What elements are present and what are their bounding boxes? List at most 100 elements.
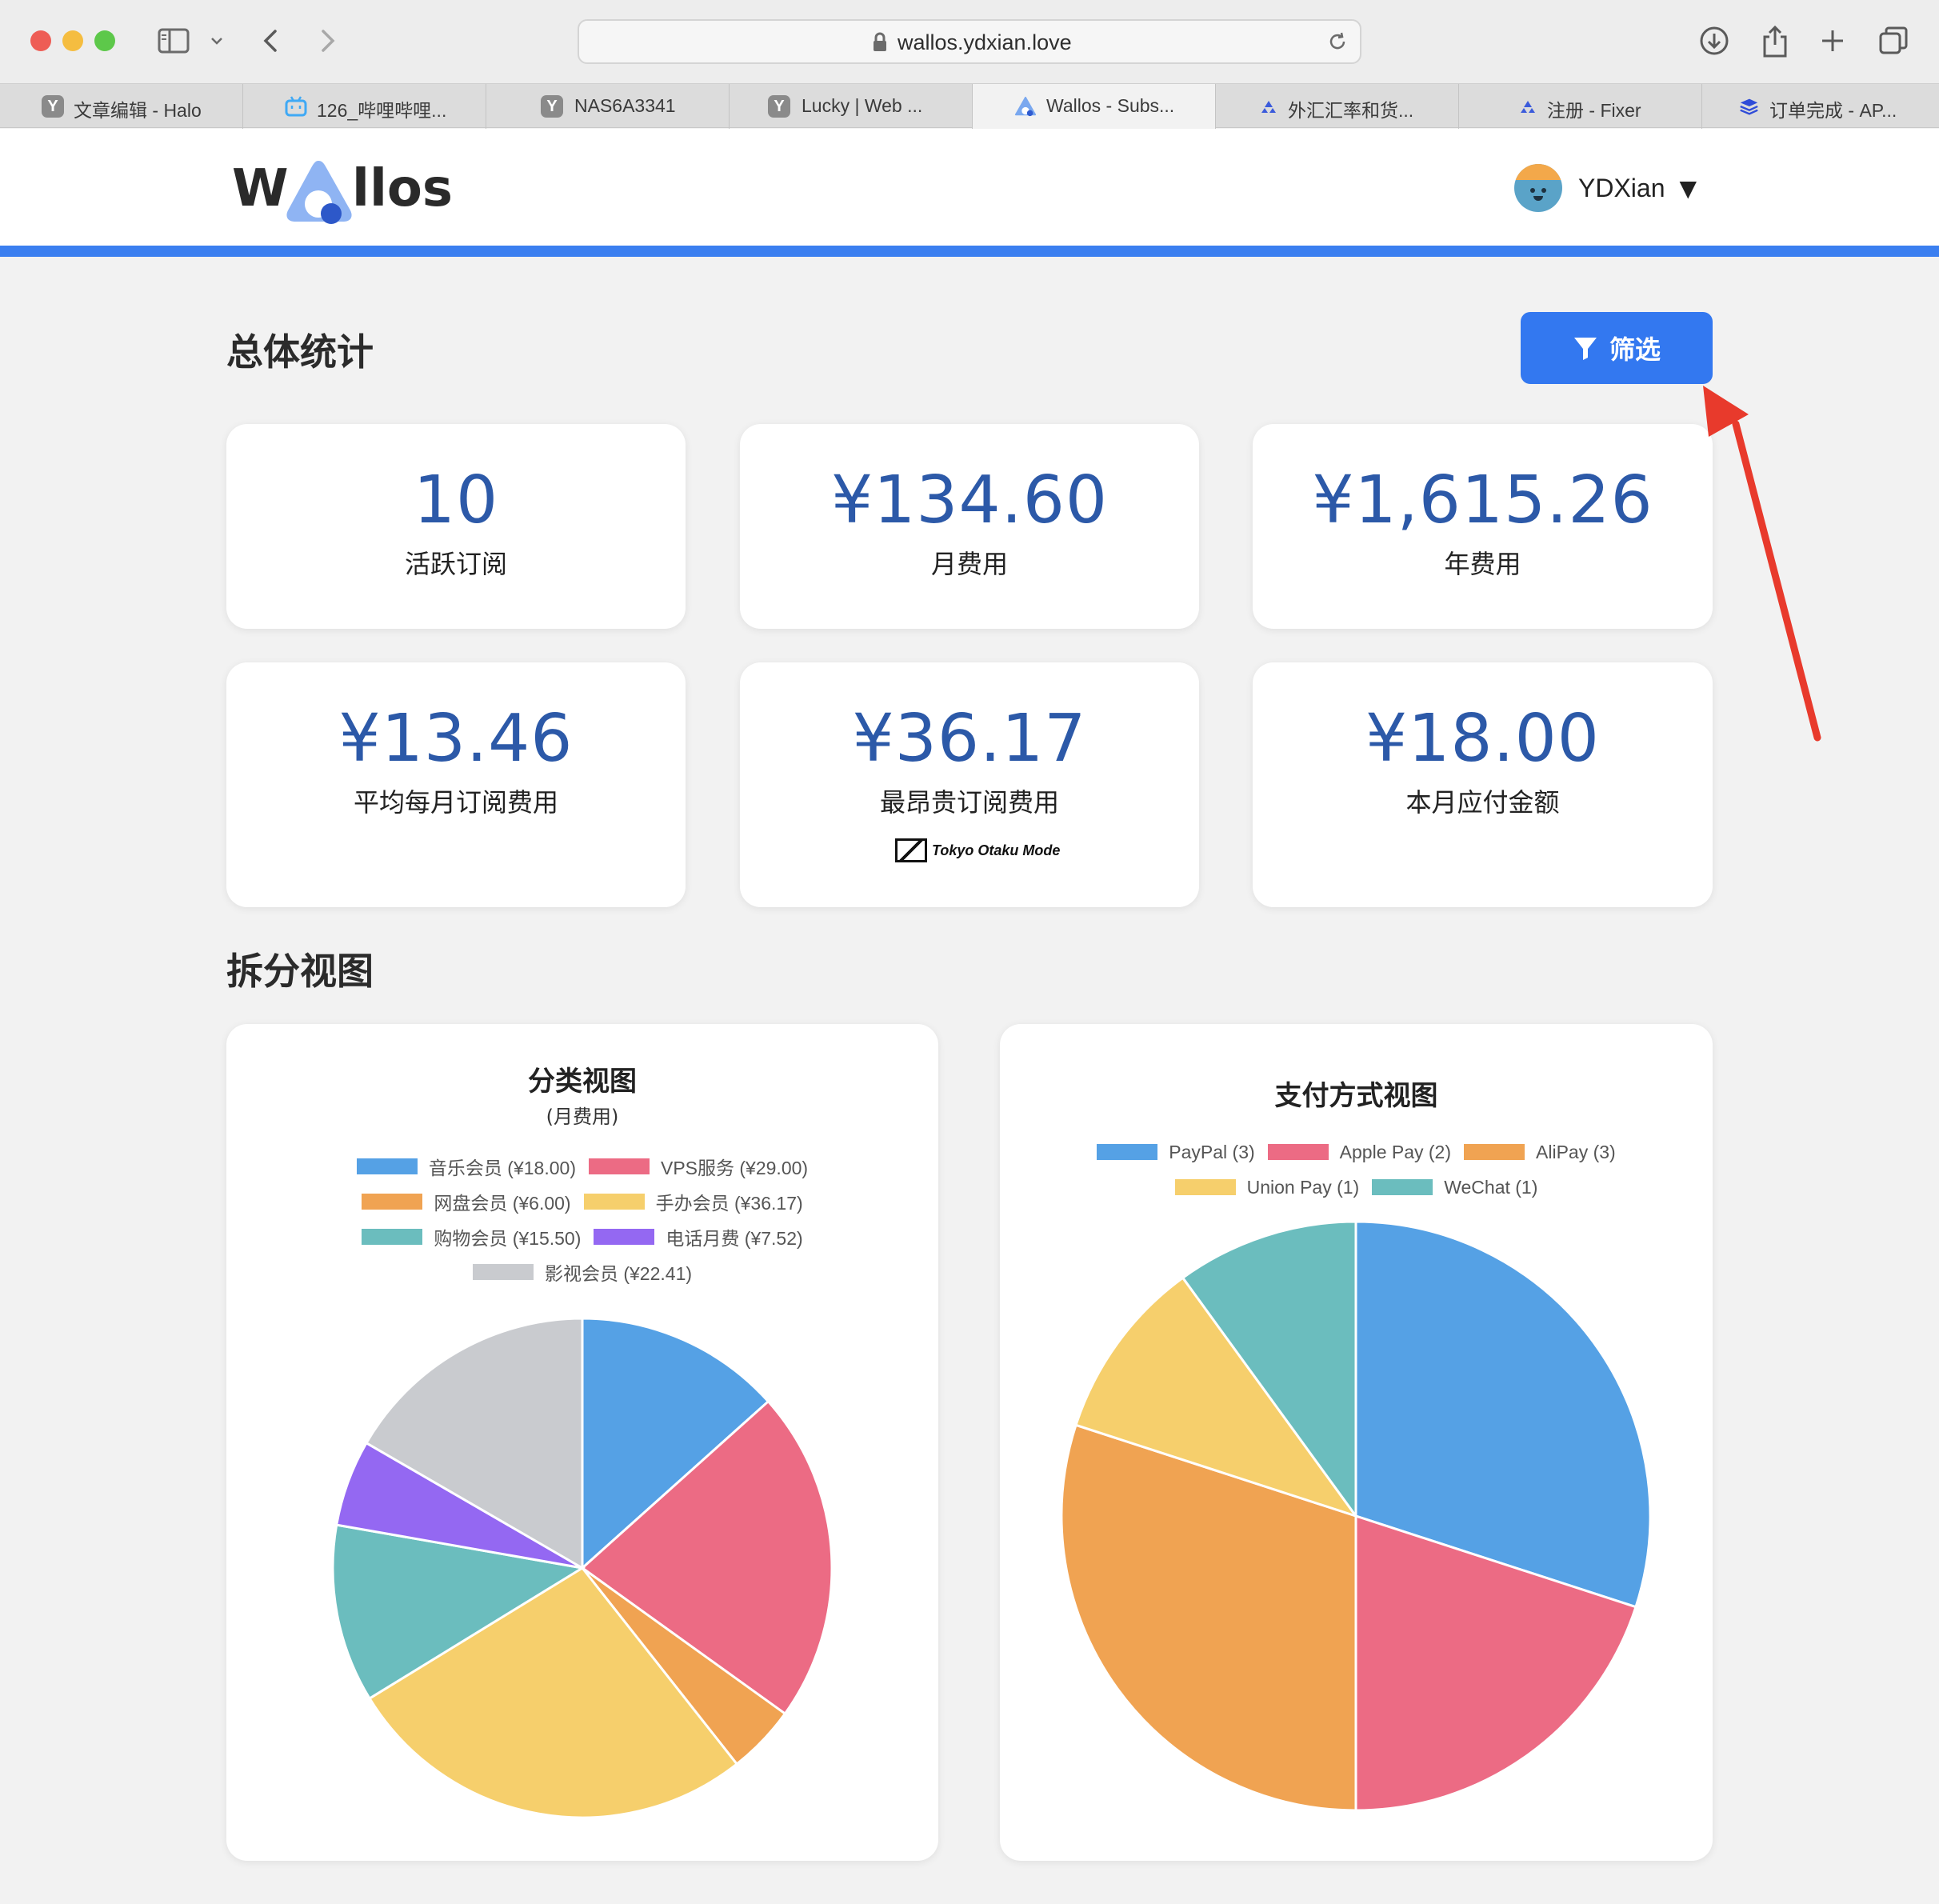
legend-swatch: [362, 1194, 423, 1210]
legend-label: 电话月费 (¥7.52): [666, 1228, 803, 1249]
legend-item[interactable]: VPS服务 (¥29.00): [588, 1153, 809, 1180]
bilibili-icon: [285, 95, 307, 118]
logo-text-right: llos: [352, 159, 453, 218]
url-text: wallos.ydxian.love: [898, 30, 1072, 54]
y-icon: Y: [768, 95, 790, 118]
chart-legend: 音乐会员 (¥18.00) VPS服务 (¥29.00) 网盘会员 (¥6.00) 手…: [226, 1149, 938, 1290]
legend-swatch: [594, 1229, 655, 1245]
chevron-down-icon[interactable]: [205, 19, 229, 62]
tab-exchange[interactable]: 外汇汇率和货...: [1216, 84, 1459, 129]
tokyo-otaku-mode-logo: Tokyo Otaku Mode: [895, 838, 1060, 862]
legend-row: 影视会员 (¥22.41): [226, 1254, 938, 1290]
stat-card-due-this-month: ¥18.00 本月应付金额: [1253, 662, 1713, 907]
tab-label: 订单完成 - AP...: [1769, 100, 1897, 121]
tab-lucky[interactable]: Y Lucky | Web ...: [730, 84, 973, 129]
tab-label: NAS6A3341: [574, 95, 676, 116]
legend-item[interactable]: 电话月费 (¥7.52): [594, 1223, 803, 1250]
chart-title: 支付方式视图: [1274, 1080, 1438, 1112]
legend-item[interactable]: 影视会员 (¥22.41): [472, 1258, 692, 1286]
lock-icon: [872, 32, 888, 56]
legend-item[interactable]: Apple Pay (2): [1267, 1141, 1452, 1163]
tab-nas[interactable]: Y NAS6A3341: [486, 84, 730, 129]
zoom-window-button[interactable]: [94, 30, 115, 51]
tab-label: 外汇汇率和货...: [1288, 100, 1414, 121]
tab-apilayer[interactable]: 订单完成 - AP...: [1702, 84, 1939, 129]
legend-swatch: [472, 1264, 534, 1280]
legend-item[interactable]: 购物会员 (¥15.50): [362, 1223, 581, 1250]
legend-swatch: [362, 1229, 423, 1245]
filter-button-label: 筛选: [1609, 334, 1661, 365]
legend-swatch: [356, 1158, 418, 1174]
chart-legend: PayPal (3) Apple Pay (2) AliPay (3) Union P…: [1000, 1134, 1713, 1205]
sidebar-toggle-icon[interactable]: [152, 19, 195, 62]
stat-card-monthly-cost: ¥134.60 月费用: [740, 424, 1199, 629]
stat-label: 月费用: [930, 549, 1008, 579]
legend-swatch: [583, 1194, 645, 1210]
new-tab-icon[interactable]: [1811, 19, 1854, 62]
tab-halo[interactable]: Y 文章编辑 - Halo: [0, 84, 243, 129]
chart-subtitle: (月费用): [546, 1106, 619, 1128]
legend-label: PayPal (3): [1169, 1141, 1255, 1162]
caret-down-icon: ▼: [1679, 174, 1697, 202]
legend-row: 网盘会员 (¥6.00) 手办会员 (¥36.17): [226, 1184, 938, 1219]
tab-label: Lucky | Web ...: [802, 95, 923, 116]
browser-titlebar: wallos.ydxian.love: [0, 0, 1939, 83]
share-icon[interactable]: [1753, 19, 1797, 62]
payment-pie-chart: [1060, 1220, 1652, 1812]
legend-item[interactable]: PayPal (3): [1097, 1141, 1255, 1163]
legend-swatch: [1174, 1179, 1236, 1195]
legend-label: 手办会员 (¥36.17): [655, 1193, 803, 1214]
legend-item[interactable]: 网盘会员 (¥6.00): [362, 1188, 571, 1215]
wallos-icon: [1014, 95, 1037, 118]
stat-value: ¥1,615.26: [1312, 462, 1653, 538]
back-icon[interactable]: [254, 19, 286, 62]
legend-label: Apple Pay (2): [1339, 1141, 1452, 1162]
address-bar[interactable]: wallos.ydxian.love: [578, 19, 1361, 64]
download-icon[interactable]: [1693, 19, 1736, 62]
stat-card-average-monthly: ¥13.46 平均每月订阅费用: [226, 662, 686, 907]
minimize-window-button[interactable]: [62, 30, 83, 51]
legend-item[interactable]: 手办会员 (¥36.17): [583, 1188, 803, 1215]
legend-item[interactable]: WeChat (1): [1372, 1177, 1537, 1198]
overview-title: 总体统计: [226, 330, 374, 374]
chart-title: 分类视图: [528, 1066, 637, 1098]
legend-row: PayPal (3) Apple Pay (2) AliPay (3): [1000, 1134, 1713, 1170]
reload-icon[interactable]: [1326, 30, 1349, 56]
stat-label: 活跃订阅: [404, 549, 507, 579]
y-icon: Y: [541, 95, 563, 118]
tab-wallos[interactable]: Wallos - Subs...: [973, 84, 1216, 129]
legend-item[interactable]: 音乐会员 (¥18.00): [356, 1153, 576, 1180]
annotation-arrow: [1703, 386, 1821, 742]
legend-label: AliPay (3): [1536, 1141, 1616, 1162]
legend-swatch: [1267, 1144, 1329, 1160]
fixer-icon: [1517, 95, 1539, 118]
legend-item[interactable]: Union Pay (1): [1174, 1177, 1359, 1198]
legend-swatch: [1097, 1144, 1158, 1160]
legend-item[interactable]: AliPay (3): [1464, 1142, 1616, 1163]
username: YDXian: [1578, 173, 1665, 202]
legend-swatch: [1464, 1144, 1525, 1160]
forward-icon[interactable]: [312, 19, 344, 62]
payment-chart-card: 支付方式视图 PayPal (3) Apple Pay (2) AliPay (3)…: [1000, 1024, 1713, 1861]
tab-overview-icon[interactable]: [1872, 19, 1915, 62]
tab-label: 注册 - Fixer: [1547, 100, 1641, 121]
legend-label: WeChat (1): [1444, 1176, 1538, 1198]
category-chart-card: 分类视图 (月费用) 音乐会员 (¥18.00) VPS服务 (¥29.00) 网盘…: [226, 1024, 938, 1861]
filter-button[interactable]: 筛选: [1521, 312, 1713, 384]
tab-label: 文章编辑 - Halo: [74, 100, 202, 121]
tab-bar: Y 文章编辑 - Halo 126_哔哩哔哩... Y NAS6A3341 Y …: [0, 83, 1939, 129]
tab-bilibili[interactable]: 126_哔哩哔哩...: [243, 84, 486, 129]
legend-label: VPS服务 (¥29.00): [660, 1158, 809, 1178]
legend-label: 音乐会员 (¥18.00): [428, 1158, 576, 1178]
legend-label: 购物会员 (¥15.50): [434, 1228, 582, 1249]
close-window-button[interactable]: [30, 30, 51, 51]
stat-card-most-expensive: ¥36.17 最昂贵订阅费用 Tokyo Otaku Mode: [740, 662, 1199, 907]
stat-value: ¥36.17: [852, 701, 1087, 777]
app-header: W llos YDXian ▼: [0, 129, 1939, 246]
stat-label: 最昂贵订阅费用: [879, 787, 1059, 818]
tab-fixer[interactable]: 注册 - Fixer: [1459, 84, 1702, 129]
wallos-logo[interactable]: W llos: [232, 148, 453, 228]
user-menu[interactable]: YDXian ▼: [1514, 162, 1697, 214]
fixer-icon: [1257, 95, 1280, 118]
tab-label: Wallos - Subs...: [1046, 95, 1175, 116]
